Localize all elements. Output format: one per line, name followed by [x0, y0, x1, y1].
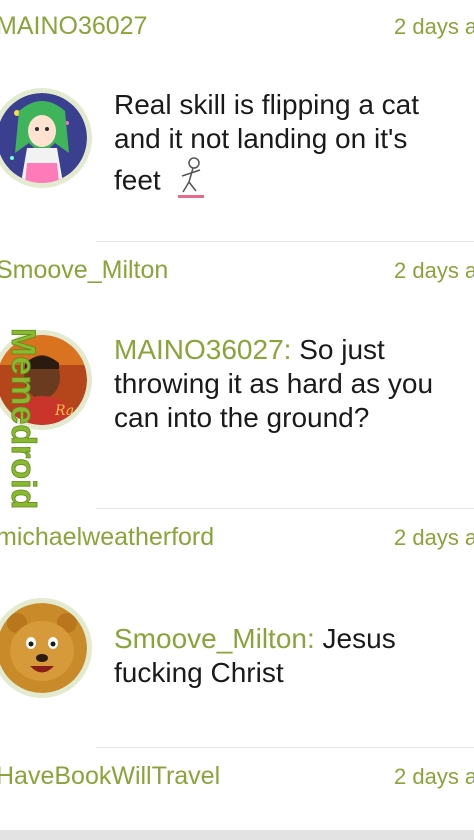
comment-username[interactable]: Smoove_Milton — [0, 256, 168, 285]
comment-body: Real skill is flipping a cat and it not … — [114, 89, 420, 196]
divider — [96, 508, 474, 509]
comment-username[interactable]: MAINO36027 — [0, 12, 147, 41]
memedroid-watermark: Memedroid — [4, 328, 44, 514]
comment-text: Real skill is flipping a cat and it not … — [114, 88, 434, 208]
comment-text: Smoove_Milton: Jesus fucking Christ — [114, 622, 434, 690]
anime-girl-avatar-icon — [0, 93, 87, 183]
divider — [96, 747, 474, 748]
comment-time: 2 days a — [394, 525, 474, 550]
avatar[interactable] — [0, 88, 92, 188]
comment-text: MAINO36027: So just throwing it as hard … — [114, 333, 434, 435]
divider — [96, 241, 474, 242]
comment-username[interactable]: HaveBookWillTravel — [0, 762, 220, 791]
mention-link[interactable]: Smoove_Milton: — [114, 623, 315, 654]
avatar[interactable] — [0, 598, 92, 698]
svg-text:Memedroid: Memedroid — [4, 328, 42, 509]
bottom-bar — [0, 830, 474, 840]
cartoon-bear-avatar-icon — [0, 603, 87, 693]
svg-text:Ra: Ra — [54, 403, 74, 419]
comment-time: 2 days a — [394, 14, 474, 39]
comment-time: 2 days a — [394, 764, 474, 789]
stick-figure-sticker — [174, 156, 208, 208]
comment-time: 2 days a — [394, 258, 474, 283]
comment-username[interactable]: michaelweatherford — [0, 523, 214, 552]
mention-link[interactable]: MAINO36027: — [114, 334, 291, 365]
